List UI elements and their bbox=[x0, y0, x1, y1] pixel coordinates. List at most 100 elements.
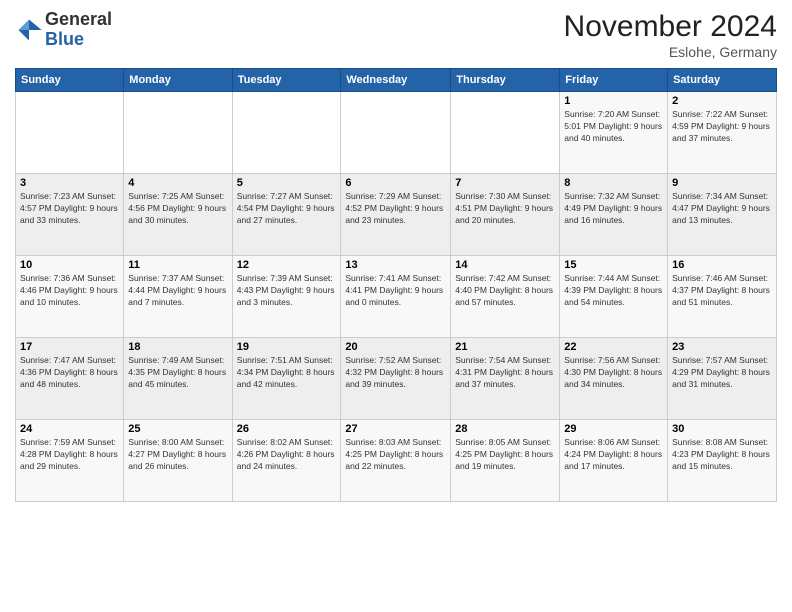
day-number: 18 bbox=[128, 341, 227, 353]
day-info: Sunrise: 7:54 AM Sunset: 4:31 PM Dayligh… bbox=[455, 355, 555, 391]
day-info: Sunrise: 7:34 AM Sunset: 4:47 PM Dayligh… bbox=[672, 191, 772, 227]
day-number: 15 bbox=[564, 259, 663, 271]
day-info: Sunrise: 7:52 AM Sunset: 4:32 PM Dayligh… bbox=[345, 355, 446, 391]
day-number: 7 bbox=[455, 177, 555, 189]
day-info: Sunrise: 7:20 AM Sunset: 5:01 PM Dayligh… bbox=[564, 109, 663, 145]
day-number: 16 bbox=[672, 259, 772, 271]
table-row: 3 Sunrise: 7:23 AM Sunset: 4:57 PM Daylig… bbox=[16, 174, 124, 256]
table-row: 18 Sunrise: 7:49 AM Sunset: 4:35 PM Dayli… bbox=[124, 338, 232, 420]
table-row: 13 Sunrise: 7:41 AM Sunset: 4:41 PM Dayli… bbox=[341, 256, 451, 338]
table-row: 15 Sunrise: 7:44 AM Sunset: 4:39 PM Dayli… bbox=[560, 256, 668, 338]
table-row: 23Sunrise: 7:57 AM Sunset: 4:29 PM Dayli… bbox=[668, 338, 777, 420]
day-info: Sunrise: 7:36 AM Sunset: 4:46 PM Dayligh… bbox=[20, 273, 119, 309]
table-row: 11Sunrise: 7:37 AM Sunset: 4:44 PM Dayli… bbox=[124, 256, 232, 338]
day-number: 5 bbox=[237, 177, 337, 189]
title-block: November 2024 Eslohe, Germany bbox=[564, 10, 777, 60]
location: Eslohe, Germany bbox=[564, 44, 777, 60]
day-number: 22 bbox=[564, 341, 663, 353]
col-thursday: Thursday bbox=[451, 69, 560, 92]
table-row bbox=[124, 92, 232, 174]
day-info: Sunrise: 7:51 AM Sunset: 4:34 PM Dayligh… bbox=[237, 355, 337, 391]
day-number: 8 bbox=[564, 177, 663, 189]
table-row bbox=[16, 92, 124, 174]
table-row: 19Sunrise: 7:51 AM Sunset: 4:34 PM Dayli… bbox=[232, 338, 341, 420]
day-info: Sunrise: 7:42 AM Sunset: 4:40 PM Dayligh… bbox=[455, 273, 555, 309]
day-info: Sunrise: 7:56 AM Sunset: 4:30 PM Dayligh… bbox=[564, 355, 663, 391]
col-wednesday: Wednesday bbox=[341, 69, 451, 92]
day-number: 12 bbox=[237, 259, 337, 271]
table-row: 8 Sunrise: 7:32 AM Sunset: 4:49 PM Daylig… bbox=[560, 174, 668, 256]
table-row: 25 Sunrise: 8:00 AM Sunset: 4:27 PM Dayli… bbox=[124, 420, 232, 502]
table-row: 28 Sunrise: 8:05 AM Sunset: 4:25 PM Dayli… bbox=[451, 420, 560, 502]
col-friday: Friday bbox=[560, 69, 668, 92]
table-row bbox=[451, 92, 560, 174]
table-row: 21 Sunrise: 7:54 AM Sunset: 4:31 PM Dayli… bbox=[451, 338, 560, 420]
day-info: Sunrise: 7:25 AM Sunset: 4:56 PM Dayligh… bbox=[128, 191, 227, 227]
table-row: 27 Sunrise: 8:03 AM Sunset: 4:25 PM Dayli… bbox=[341, 420, 451, 502]
table-row bbox=[341, 92, 451, 174]
day-number: 10 bbox=[20, 259, 119, 271]
day-number: 9 bbox=[672, 177, 772, 189]
page-container: General Blue November 2024 Eslohe, Germa… bbox=[0, 0, 792, 612]
day-info: Sunrise: 7:22 AM Sunset: 4:59 PM Dayligh… bbox=[672, 109, 772, 145]
col-saturday: Saturday bbox=[668, 69, 777, 92]
logo: General Blue bbox=[15, 10, 112, 50]
calendar-body: 1Sunrise: 7:20 AM Sunset: 5:01 PM Daylig… bbox=[16, 92, 777, 502]
table-row: 6Sunrise: 7:29 AM Sunset: 4:52 PM Daylig… bbox=[341, 174, 451, 256]
day-info: Sunrise: 7:30 AM Sunset: 4:51 PM Dayligh… bbox=[455, 191, 555, 227]
day-number: 2 bbox=[672, 95, 772, 107]
day-info: Sunrise: 8:05 AM Sunset: 4:25 PM Dayligh… bbox=[455, 437, 555, 473]
day-number: 30 bbox=[672, 423, 772, 435]
day-info: Sunrise: 7:46 AM Sunset: 4:37 PM Dayligh… bbox=[672, 273, 772, 309]
day-info: Sunrise: 7:44 AM Sunset: 4:39 PM Dayligh… bbox=[564, 273, 663, 309]
day-info: Sunrise: 7:23 AM Sunset: 4:57 PM Dayligh… bbox=[20, 191, 119, 227]
day-info: Sunrise: 8:00 AM Sunset: 4:27 PM Dayligh… bbox=[128, 437, 227, 473]
month-title: November 2024 bbox=[564, 10, 777, 44]
day-number: 25 bbox=[128, 423, 227, 435]
logo-blue-text: Blue bbox=[45, 29, 84, 49]
calendar-header: Sunday Monday Tuesday Wednesday Thursday… bbox=[16, 69, 777, 92]
table-row: 20 Sunrise: 7:52 AM Sunset: 4:32 PM Dayli… bbox=[341, 338, 451, 420]
table-row: 4 Sunrise: 7:25 AM Sunset: 4:56 PM Daylig… bbox=[124, 174, 232, 256]
day-number: 20 bbox=[345, 341, 446, 353]
day-info: Sunrise: 8:03 AM Sunset: 4:25 PM Dayligh… bbox=[345, 437, 446, 473]
day-info: Sunrise: 7:47 AM Sunset: 4:36 PM Dayligh… bbox=[20, 355, 119, 391]
day-number: 26 bbox=[237, 423, 337, 435]
col-sunday: Sunday bbox=[16, 69, 124, 92]
table-row: 1Sunrise: 7:20 AM Sunset: 5:01 PM Daylig… bbox=[560, 92, 668, 174]
table-row: 12Sunrise: 7:39 AM Sunset: 4:43 PM Dayli… bbox=[232, 256, 341, 338]
day-number: 21 bbox=[455, 341, 555, 353]
day-number: 14 bbox=[455, 259, 555, 271]
table-row: 9 Sunrise: 7:34 AM Sunset: 4:47 PM Daylig… bbox=[668, 174, 777, 256]
col-tuesday: Tuesday bbox=[232, 69, 341, 92]
table-row: 2 Sunrise: 7:22 AM Sunset: 4:59 PM Daylig… bbox=[668, 92, 777, 174]
day-number: 13 bbox=[345, 259, 446, 271]
day-number: 3 bbox=[20, 177, 119, 189]
day-info: Sunrise: 7:27 AM Sunset: 4:54 PM Dayligh… bbox=[237, 191, 337, 227]
logo-general-text: General bbox=[45, 9, 112, 29]
day-number: 29 bbox=[564, 423, 663, 435]
day-info: Sunrise: 7:32 AM Sunset: 4:49 PM Dayligh… bbox=[564, 191, 663, 227]
day-info: Sunrise: 7:59 AM Sunset: 4:28 PM Dayligh… bbox=[20, 437, 119, 473]
day-info: Sunrise: 8:02 AM Sunset: 4:26 PM Dayligh… bbox=[237, 437, 337, 473]
day-info: Sunrise: 7:29 AM Sunset: 4:52 PM Dayligh… bbox=[345, 191, 446, 227]
table-row: 22 Sunrise: 7:56 AM Sunset: 4:30 PM Dayli… bbox=[560, 338, 668, 420]
table-row: 17 Sunrise: 7:47 AM Sunset: 4:36 PM Dayli… bbox=[16, 338, 124, 420]
day-info: Sunrise: 7:41 AM Sunset: 4:41 PM Dayligh… bbox=[345, 273, 446, 309]
table-row: 16 Sunrise: 7:46 AM Sunset: 4:37 PM Dayli… bbox=[668, 256, 777, 338]
day-info: Sunrise: 7:49 AM Sunset: 4:35 PM Dayligh… bbox=[128, 355, 227, 391]
calendar: Sunday Monday Tuesday Wednesday Thursday… bbox=[15, 68, 777, 502]
day-number: 17 bbox=[20, 341, 119, 353]
table-row: 24 Sunrise: 7:59 AM Sunset: 4:28 PM Dayli… bbox=[16, 420, 124, 502]
day-number: 4 bbox=[128, 177, 227, 189]
table-row: 30Sunrise: 8:08 AM Sunset: 4:23 PM Dayli… bbox=[668, 420, 777, 502]
day-number: 24 bbox=[20, 423, 119, 435]
table-row: 14 Sunrise: 7:42 AM Sunset: 4:40 PM Dayli… bbox=[451, 256, 560, 338]
day-number: 27 bbox=[345, 423, 446, 435]
table-row: 10 Sunrise: 7:36 AM Sunset: 4:46 PM Dayli… bbox=[16, 256, 124, 338]
col-monday: Monday bbox=[124, 69, 232, 92]
table-row: 7 Sunrise: 7:30 AM Sunset: 4:51 PM Daylig… bbox=[451, 174, 560, 256]
header: General Blue November 2024 Eslohe, Germa… bbox=[15, 10, 777, 60]
day-number: 28 bbox=[455, 423, 555, 435]
table-row: 26 Sunrise: 8:02 AM Sunset: 4:26 PM Dayli… bbox=[232, 420, 341, 502]
